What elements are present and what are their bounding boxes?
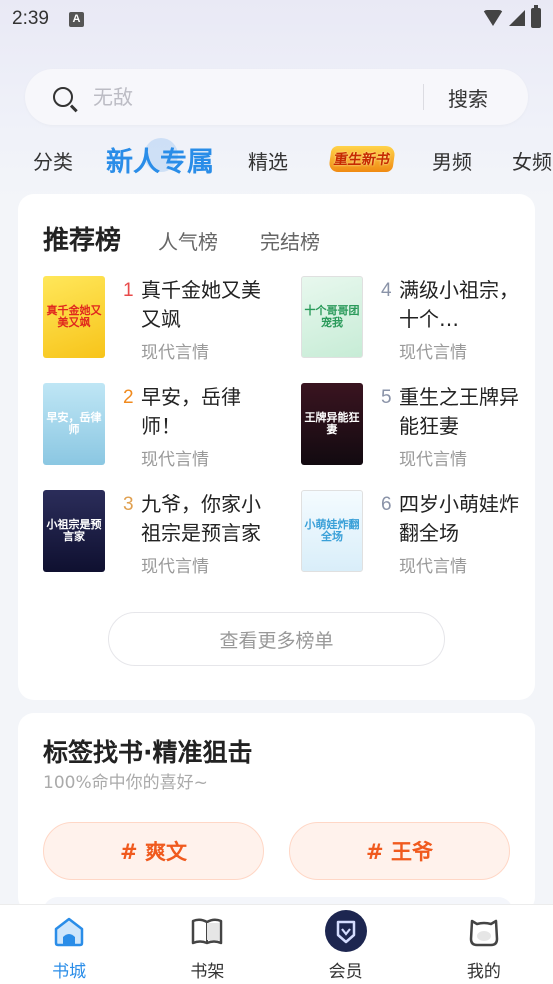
- wifi-icon: [483, 10, 503, 26]
- tab-rebirth-new-books-badge[interactable]: 重生新书: [328, 146, 396, 172]
- book-cover: 小祖宗是预言家: [43, 490, 105, 572]
- notification-icon: A: [68, 11, 84, 27]
- rank-number: 3: [123, 494, 134, 515]
- book-genre: 现代言情: [399, 450, 467, 470]
- tab-popular[interactable]: 人气榜: [158, 226, 218, 255]
- book-title: 真千金她又美又飒: [141, 278, 261, 331]
- battery-icon: [531, 5, 541, 28]
- nav-profile[interactable]: 我的: [415, 905, 553, 984]
- nav-label: 我的: [466, 962, 501, 982]
- tag-section-subtitle: 100%命中你的喜好~: [43, 773, 208, 793]
- rank-number: 4: [381, 280, 392, 301]
- tag-pill[interactable]: # 王爷: [289, 822, 510, 880]
- book-title: 重生之王牌异能狂妻: [399, 385, 519, 438]
- search-button[interactable]: 搜索: [448, 83, 488, 112]
- vip-shield-icon: [324, 910, 367, 952]
- book-item[interactable]: 早安，岳律师 2 早安，岳律师！ 现代言情: [43, 383, 283, 470]
- status-time: 2:39: [12, 8, 49, 29]
- profile-icon: [469, 919, 499, 947]
- status-bar: 2:39 A: [0, 0, 553, 38]
- signal-icon: [509, 10, 525, 26]
- nav-vip[interactable]: 会员: [277, 905, 415, 984]
- book-item[interactable]: 小萌娃炸翻全场 6 四岁小萌娃炸翻全场 现代言情: [301, 490, 541, 577]
- book-cover: 早安，岳律师: [43, 383, 105, 465]
- book-item[interactable]: 王牌异能狂妻 5 重生之王牌异能狂妻 现代言情: [301, 383, 541, 470]
- book-item[interactable]: 真千金她又美又飒 1 真千金她又美又飒 现代言情: [43, 276, 283, 363]
- tab-male[interactable]: 男频: [432, 146, 472, 175]
- book-title: 四岁小萌娃炸翻全场: [399, 492, 519, 545]
- book-genre: 现代言情: [399, 343, 467, 363]
- book-cover: 小萌娃炸翻全场: [301, 490, 363, 572]
- book-icon: [192, 918, 223, 945]
- ranking-card: 推荐榜 人气榜 完结榜 真千金她又美又飒 1 真千金她又美又飒 现代言情 十个哥…: [18, 194, 535, 700]
- tab-completed[interactable]: 完结榜: [260, 226, 320, 255]
- search-bar[interactable]: 搜索: [25, 69, 528, 125]
- search-input[interactable]: [93, 85, 413, 109]
- category-tabs: 分类 新人专属 精选 重生新书 男频 女频: [0, 136, 553, 182]
- rank-number: 1: [123, 280, 134, 301]
- nav-bookstore[interactable]: 书城: [0, 905, 138, 984]
- book-genre: 现代言情: [141, 343, 209, 363]
- tab-featured[interactable]: 精选: [248, 146, 288, 175]
- book-genre: 现代言情: [141, 557, 209, 577]
- book-genre: 现代言情: [141, 450, 209, 470]
- rank-number: 5: [381, 387, 392, 408]
- tab-newbie[interactable]: 新人专属: [106, 140, 214, 179]
- home-icon: [54, 917, 84, 947]
- tag-finder-card: 标签找书·精准狙击 100%命中你的喜好~ # 爽文 # 王爷: [18, 713, 535, 927]
- book-cover: 王牌异能狂妻: [301, 383, 363, 465]
- tag-section-title: 标签找书·精准狙击: [43, 738, 253, 767]
- nav-bookshelf[interactable]: 书架: [138, 905, 276, 984]
- status-icons: [483, 5, 541, 28]
- nav-label: 书架: [190, 962, 225, 982]
- book-title: 满级小祖宗，十个…: [399, 278, 519, 331]
- nav-label: 会员: [328, 962, 363, 982]
- tab-recommended[interactable]: 推荐榜: [43, 220, 121, 257]
- nav-label: 书城: [52, 962, 87, 982]
- book-title: 九爷，你家小祖宗是预言家: [141, 492, 261, 545]
- book-item[interactable]: 十个哥哥团宠我 4 满级小祖宗，十个… 现代言情: [301, 276, 541, 363]
- book-item[interactable]: 小祖宗是预言家 3 九爷，你家小祖宗是预言家 现代言情: [43, 490, 283, 577]
- rank-number: 2: [123, 387, 134, 408]
- tag-pill[interactable]: # 爽文: [43, 822, 264, 880]
- book-title: 早安，岳律师！: [141, 385, 241, 438]
- search-icon: [53, 87, 73, 107]
- book-genre: 现代言情: [399, 557, 467, 577]
- search-divider: [423, 84, 424, 110]
- tab-category[interactable]: 分类: [33, 146, 73, 175]
- more-rankings-button[interactable]: 查看更多榜单: [108, 612, 445, 666]
- bottom-navigation: 书城 书架 会员 我的: [0, 904, 553, 984]
- tab-female[interactable]: 女频: [512, 146, 552, 175]
- rank-number: 6: [381, 494, 392, 515]
- book-cover: 真千金她又美又飒: [43, 276, 105, 358]
- book-cover: 十个哥哥团宠我: [301, 276, 363, 358]
